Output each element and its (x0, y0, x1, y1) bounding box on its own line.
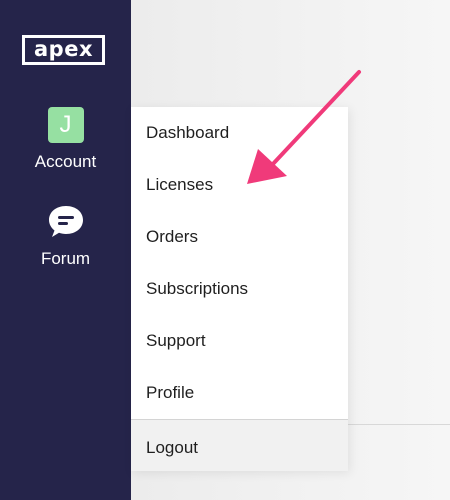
app-window: apex J Account Forum Dashboard Licenses … (0, 0, 450, 500)
sidebar-item-label: Forum (40, 249, 91, 268)
sidebar-item-account[interactable]: J Account (0, 107, 131, 172)
menu-item-support[interactable]: Support (131, 315, 348, 367)
menu-item-orders[interactable]: Orders (131, 211, 348, 263)
sidebar: apex J Account Forum (0, 0, 131, 500)
menu-item-profile[interactable]: Profile (131, 367, 348, 419)
menu-item-dashboard[interactable]: Dashboard (131, 107, 348, 159)
menu-item-licenses[interactable]: Licenses (131, 159, 348, 211)
apex-logo[interactable]: apex (22, 35, 105, 65)
logout-button[interactable]: Logout (131, 419, 348, 471)
chat-bubble-icon (47, 204, 85, 240)
sidebar-item-forum[interactable]: Forum (0, 204, 131, 269)
menu-item-subscriptions[interactable]: Subscriptions (131, 263, 348, 315)
account-dropdown-menu: Dashboard Licenses Orders Subscriptions … (131, 107, 348, 471)
divider (347, 424, 450, 425)
sidebar-item-label: Account (34, 152, 97, 171)
avatar: J (47, 107, 84, 143)
